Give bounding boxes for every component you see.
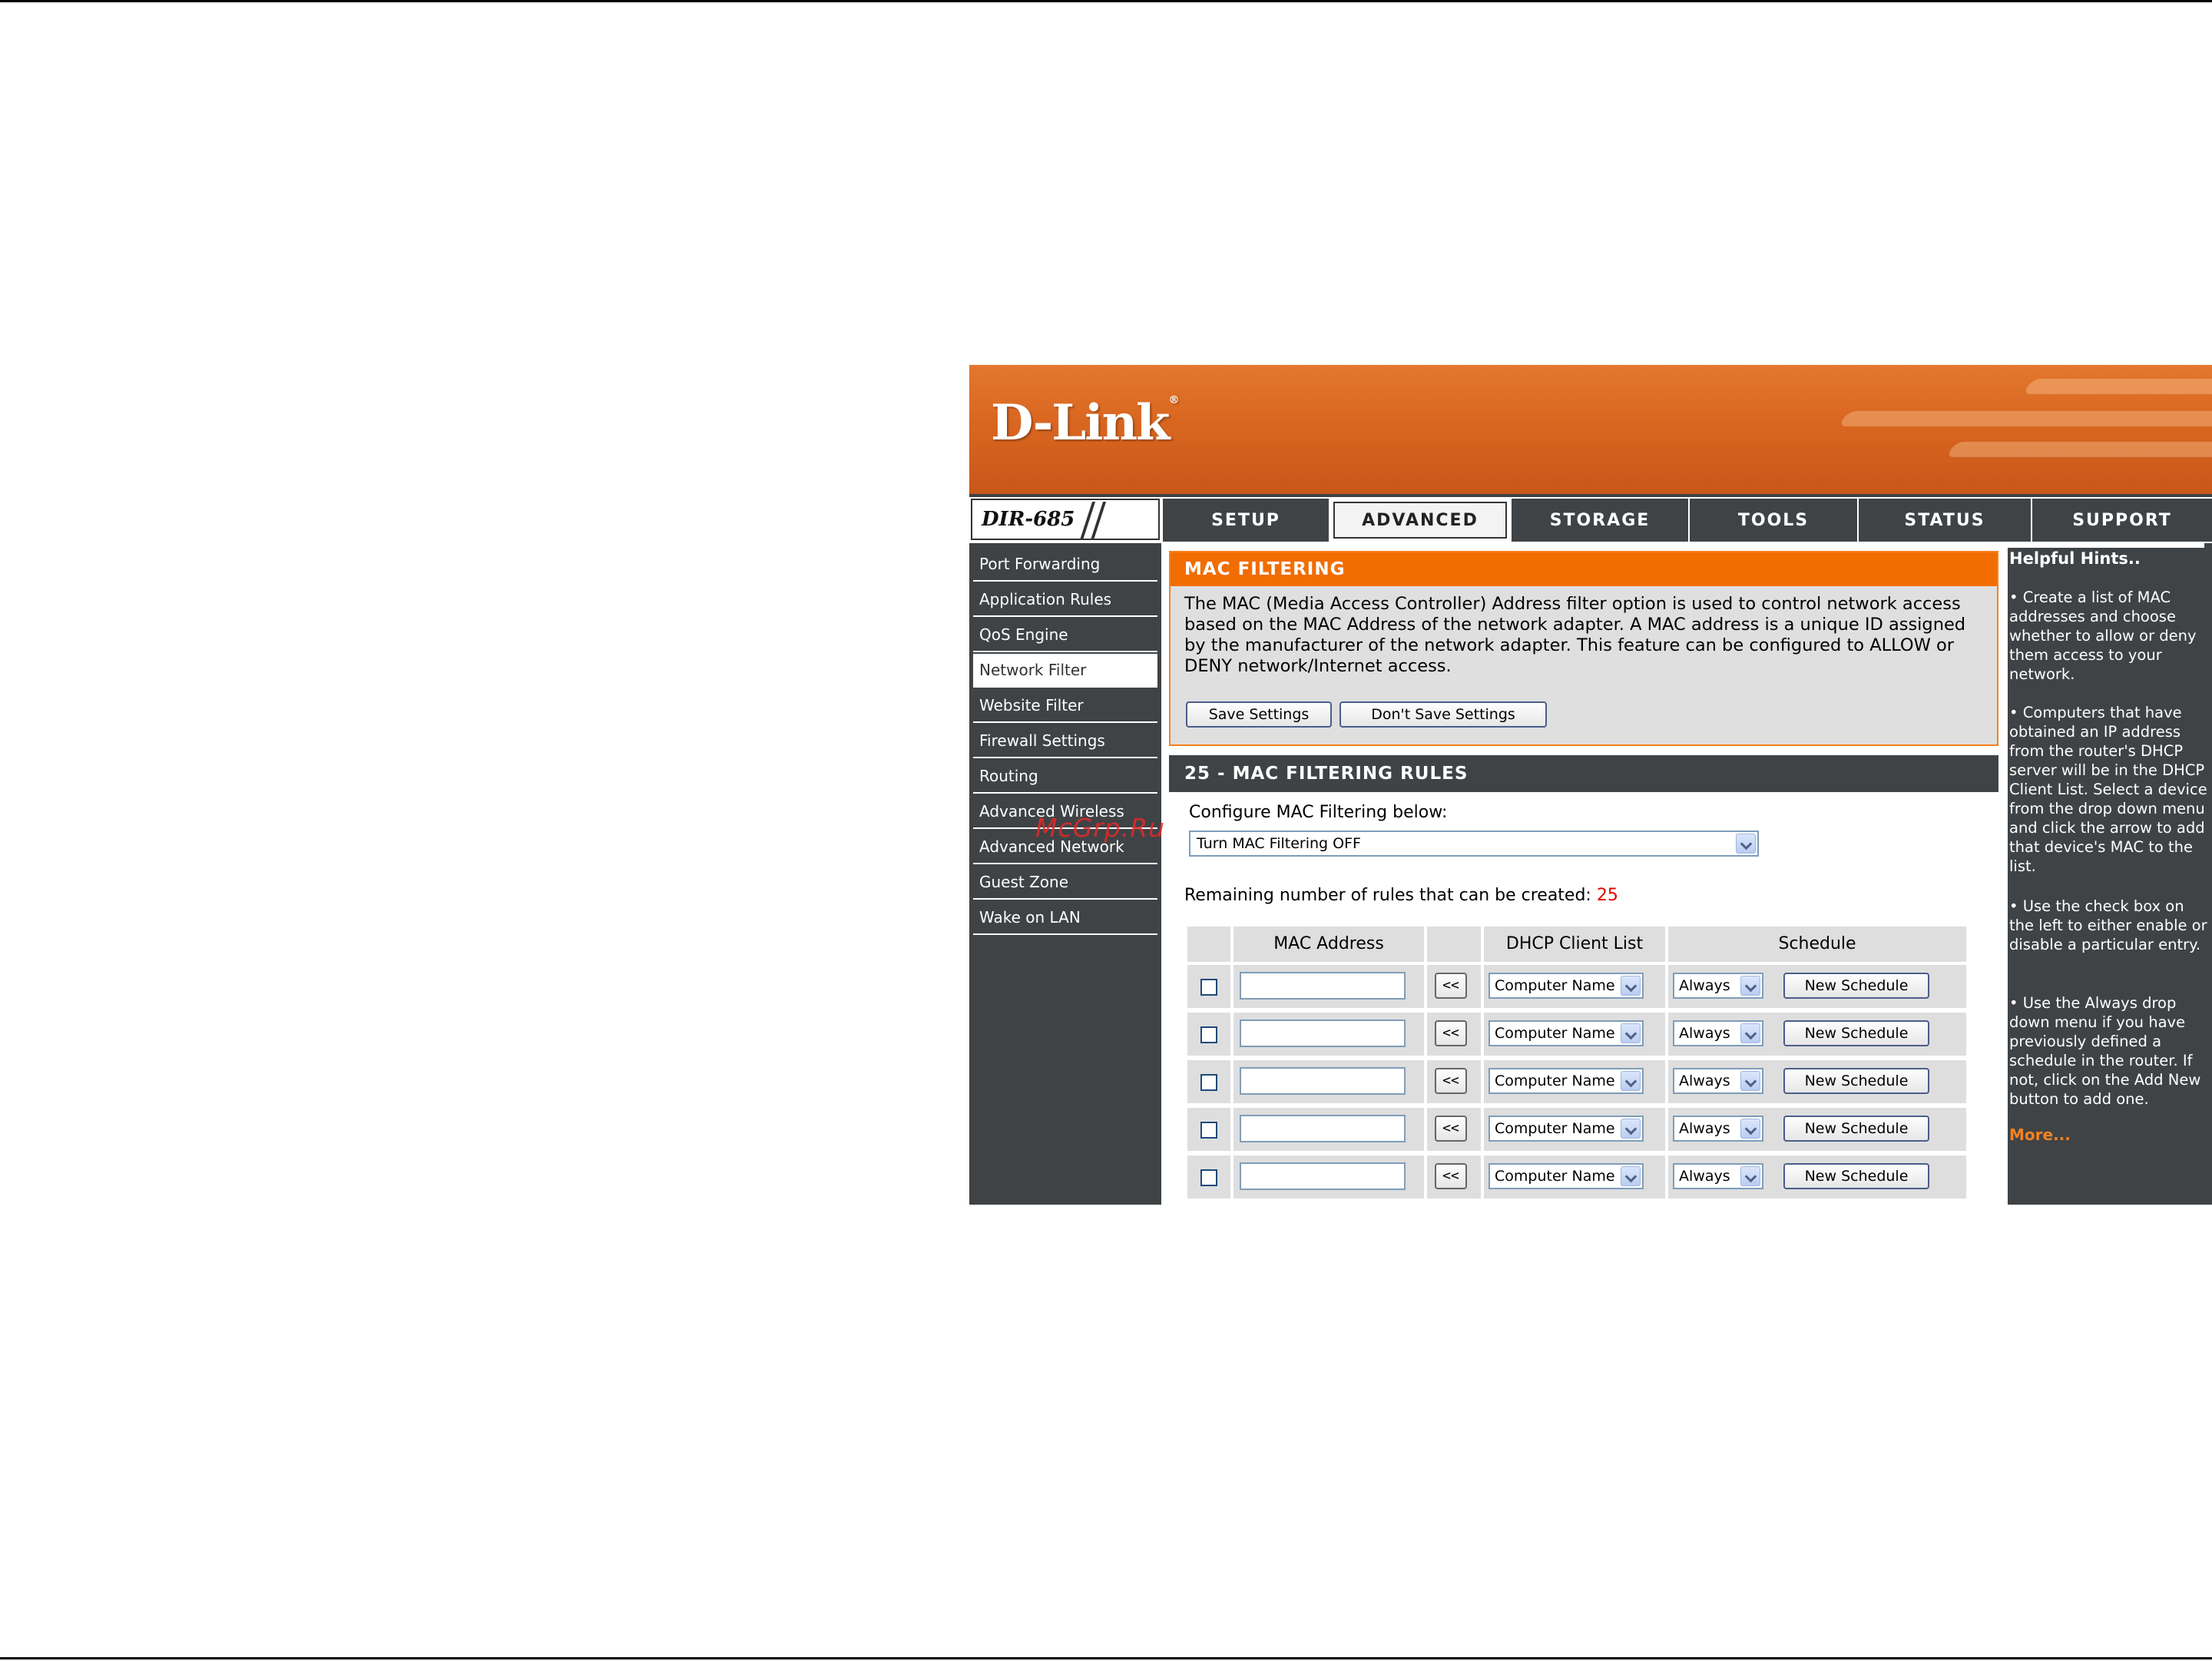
rule-enable-checkbox[interactable]	[1200, 1122, 1217, 1139]
tab-status[interactable]: STATUS	[1857, 499, 2031, 542]
add-mac-arrow-button[interactable]: <<	[1435, 1068, 1467, 1094]
chevron-down-icon	[1740, 1023, 1760, 1043]
hint-text: • Create a list of MAC addresses and cho…	[2009, 588, 2197, 683]
helpful-hints-panel: Helpful Hints.. • Create a list of MAC a…	[2008, 548, 2212, 1205]
hint-text: • Use the Always drop down menu if you h…	[2009, 994, 2201, 1108]
router-admin-screenshot: D-Link® DIR-685 SETUP ADVANCED STORAGE T…	[969, 365, 2212, 1205]
add-mac-arrow-button[interactable]: <<	[1435, 1020, 1467, 1046]
table-row: << Computer Name Always New Schedule	[1187, 1108, 1966, 1152]
dhcp-client-select[interactable]: Computer Name	[1488, 1163, 1644, 1189]
table-row: << Computer Name Always New Schedule	[1187, 965, 1966, 1010]
banner-streak	[2022, 379, 2212, 394]
new-schedule-button[interactable]: New Schedule	[1783, 973, 1929, 999]
mac-filter-mode-select[interactable]: Turn MAC Filtering OFF	[1189, 830, 1759, 857]
model-badge: DIR-685	[971, 499, 1160, 540]
chevron-down-icon	[1736, 834, 1756, 854]
hint-text: • Computers that have obtained an IP add…	[2009, 704, 2207, 875]
schedule-select[interactable]: Always	[1673, 1116, 1763, 1142]
bottom-rule	[0, 1657, 2212, 1659]
top-nav: DIR-685 SETUP ADVANCED STORAGE TOOLS STA…	[969, 497, 2212, 543]
table-row: << Computer Name Always New Schedule	[1187, 1155, 1966, 1200]
sidebar: Port Forwarding Application Rules QoS En…	[969, 548, 1161, 1205]
mode-select-value: Turn MAC Filtering OFF	[1197, 835, 1361, 852]
sidebar-item-website-filter[interactable]: Website Filter	[973, 689, 1157, 723]
add-mac-arrow-button[interactable]: <<	[1435, 1116, 1467, 1142]
dlink-logo: D-Link®	[991, 394, 1179, 452]
chevron-down-icon	[1740, 1119, 1760, 1139]
table-row: << Computer Name Always New Schedule	[1187, 1013, 1966, 1057]
dhcp-client-select[interactable]: Computer Name	[1488, 973, 1644, 999]
schedule-select[interactable]: Always	[1673, 1020, 1763, 1046]
chevron-down-icon	[1740, 1071, 1760, 1091]
tab-storage[interactable]: STORAGE	[1510, 499, 1688, 542]
section-description: The MAC (Media Access Controller) Addres…	[1184, 594, 1966, 676]
sidebar-item-routing[interactable]: Routing	[973, 760, 1157, 794]
rule-enable-checkbox[interactable]	[1200, 1026, 1217, 1043]
sidebar-item-firewall-settings[interactable]: Firewall Settings	[973, 724, 1157, 758]
banner: D-Link®	[969, 365, 2212, 494]
tab-support[interactable]: SUPPORT	[2031, 499, 2212, 542]
rule-enable-checkbox[interactable]	[1200, 1169, 1217, 1186]
dhcp-client-select[interactable]: Computer Name	[1488, 1020, 1644, 1046]
sidebar-item-wake-on-lan[interactable]: Wake on LAN	[973, 901, 1157, 935]
tab-setup[interactable]: SETUP	[1161, 499, 1329, 542]
schedule-select[interactable]: Always	[1673, 1068, 1763, 1094]
banner-streak	[1945, 442, 2212, 457]
dhcp-client-select[interactable]: Computer Name	[1488, 1068, 1644, 1094]
remaining-count: 25	[1596, 886, 1618, 905]
new-schedule-button[interactable]: New Schedule	[1783, 1068, 1929, 1094]
chevron-down-icon	[1740, 1166, 1760, 1186]
new-schedule-button[interactable]: New Schedule	[1783, 1020, 1929, 1046]
dont-save-settings-button[interactable]: Don't Save Settings	[1339, 701, 1547, 728]
add-mac-arrow-button[interactable]: <<	[1435, 973, 1467, 999]
chevron-down-icon	[1621, 1023, 1641, 1043]
header-enable-cell	[1187, 927, 1230, 962]
chevron-down-icon	[1621, 976, 1641, 996]
header-mac-address: MAC Address	[1233, 927, 1424, 962]
save-settings-button[interactable]: Save Settings	[1186, 701, 1332, 728]
watermark: McGrp.Ru	[1035, 813, 1166, 843]
logo-text: D-Link	[991, 394, 1170, 452]
section-title: 25 - MAC FILTERING RULES	[1169, 755, 1998, 792]
tab-advanced[interactable]: ADVANCED	[1329, 499, 1510, 542]
mac-address-input[interactable]	[1240, 972, 1406, 1000]
sidebar-item-port-forwarding[interactable]: Port Forwarding	[973, 548, 1157, 582]
dhcp-client-select[interactable]: Computer Name	[1488, 1116, 1644, 1142]
new-schedule-button[interactable]: New Schedule	[1783, 1163, 1929, 1189]
chevron-down-icon	[1740, 976, 1760, 996]
chevron-down-icon	[1621, 1119, 1641, 1139]
rule-enable-checkbox[interactable]	[1200, 1074, 1217, 1091]
schedule-select[interactable]: Always	[1673, 1163, 1763, 1189]
more-link[interactable]: More...	[2009, 1126, 2071, 1144]
model-name: DIR-685	[982, 508, 1075, 531]
top-rule	[0, 0, 2212, 2]
mac-address-input[interactable]	[1240, 1019, 1406, 1047]
sidebar-item-guest-zone[interactable]: Guest Zone	[973, 866, 1157, 900]
header-dhcp-client-list: DHCP Client List	[1484, 927, 1665, 962]
sidebar-item-qos-engine[interactable]: QoS Engine	[973, 618, 1157, 652]
rule-enable-checkbox[interactable]	[1200, 979, 1217, 996]
chevron-down-icon	[1621, 1071, 1641, 1091]
sidebar-item-network-filter[interactable]: Network Filter	[973, 654, 1157, 688]
mac-filtering-rules-section: 25 - MAC FILTERING RULES Configure MAC F…	[1169, 755, 1998, 1205]
mac-address-input[interactable]	[1240, 1162, 1406, 1190]
add-mac-arrow-button[interactable]: <<	[1435, 1163, 1467, 1189]
table-row: << Computer Name Always New Schedule	[1187, 1060, 1966, 1105]
sidebar-item-application-rules[interactable]: Application Rules	[973, 583, 1157, 617]
remaining-rules-text: Remaining number of rules that can be cr…	[1184, 886, 1618, 905]
mac-address-input[interactable]	[1240, 1115, 1406, 1142]
new-schedule-button[interactable]: New Schedule	[1783, 1116, 1929, 1142]
chevron-down-icon	[1621, 1166, 1641, 1186]
section-title: MAC FILTERING	[1171, 552, 1997, 586]
hints-title: Helpful Hints..	[2009, 549, 2141, 568]
mac-address-input[interactable]	[1240, 1067, 1406, 1095]
header-arrow-cell	[1427, 927, 1481, 962]
hint-text: • Use the check box on the left to eithe…	[2009, 897, 2207, 953]
mac-filtering-section: MAC FILTERING The MAC (Media Access Cont…	[1169, 551, 1998, 746]
banner-streak	[1837, 411, 2212, 426]
schedule-select[interactable]: Always	[1673, 973, 1763, 999]
header-schedule: Schedule	[1668, 927, 1966, 962]
configure-label: Configure MAC Filtering below:	[1189, 803, 1448, 822]
tab-tools[interactable]: TOOLS	[1688, 499, 1857, 542]
